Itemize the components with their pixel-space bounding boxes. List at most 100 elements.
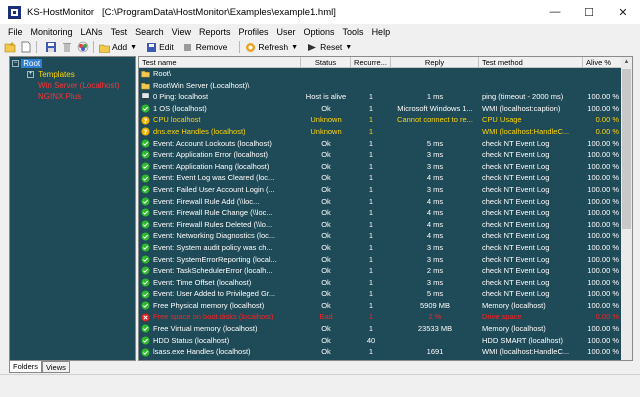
reply-cell: 3 ms: [426, 277, 444, 287]
ok-status-icon: [139, 336, 153, 345]
add-button[interactable]: Add ▼: [98, 41, 137, 53]
edit-button[interactable]: Edit: [145, 41, 174, 53]
alive-percent-cell: 100.00 %: [587, 347, 619, 357]
test-name: Root\Win Server (Localhost)\: [153, 80, 250, 90]
test-row[interactable]: Free space on boot disks (localhost) Bad 1…: [139, 311, 623, 323]
menu-user[interactable]: User: [273, 27, 300, 37]
tree-root[interactable]: − Root: [12, 59, 43, 68]
alive-percent-cell: 100.00 %: [587, 219, 619, 229]
test-method-cell: ping (timeout - 2000 ms): [482, 92, 564, 102]
test-row[interactable]: Free Virtual memory (localhost) Ok 1 23533 …: [139, 323, 623, 335]
reset-button[interactable]: Reset ▼: [306, 41, 352, 53]
menu-options[interactable]: Options: [300, 27, 339, 37]
test-row[interactable]: Event: Account Lockouts (localhost) Ok 1 5 …: [139, 138, 623, 150]
test-row[interactable]: Event: System audit policy was ch... Ok 1 3…: [139, 242, 623, 254]
scroll-up-icon[interactable]: ▲: [621, 57, 632, 67]
ok-status-icon: [139, 104, 153, 113]
new-folder-icon[interactable]: [3, 41, 16, 54]
maximize-button[interactable]: ☐: [572, 0, 606, 24]
new-file-icon[interactable]: [19, 41, 32, 54]
refresh-icon: [244, 41, 256, 53]
alive-percent-cell: 0.00 %: [595, 312, 619, 322]
col-test-method[interactable]: Test method: [479, 57, 583, 68]
tab-folders[interactable]: Folders: [9, 361, 43, 373]
reply-cell: 2 %: [428, 312, 442, 322]
test-row[interactable]: 0 Ping: localhost Host is alive 1 1 ms ping …: [139, 91, 623, 103]
reset-dropdown-icon: ▼: [345, 43, 353, 51]
col-reply[interactable]: Reply: [391, 57, 479, 68]
menu-search[interactable]: Search: [131, 27, 168, 37]
save-icon[interactable]: [44, 41, 57, 54]
col-status[interactable]: Status: [301, 57, 351, 68]
test-row[interactable]: ? dns.exe Handles (localhost) Unknown 1 WMI …: [139, 126, 623, 138]
menu-lans[interactable]: LANs: [77, 27, 107, 37]
col-recurrence[interactable]: Recurre...: [351, 57, 391, 68]
test-row[interactable]: Event: Firewall Rules Deleted (\\lo... Ok…: [139, 219, 623, 231]
vertical-scrollbar[interactable]: ▲: [621, 57, 632, 360]
test-row[interactable]: Event: Application Error (localhost) Ok 1 3…: [139, 149, 623, 161]
test-row[interactable]: Event: Firewall Rule Change (\\loc... Ok 1…: [139, 207, 623, 219]
ok-status-icon: [139, 266, 153, 275]
menu-view[interactable]: View: [168, 27, 195, 37]
expand-icon[interactable]: +: [27, 71, 34, 79]
test-name: Event: Event Log was Cleared (loc...: [153, 173, 275, 183]
folder-row[interactable]: Root\Win Server (Localhost)\: [139, 80, 623, 92]
remove-button[interactable]: Remove: [182, 41, 227, 53]
status-cell: Ok: [321, 266, 331, 276]
reply-cell: 4 ms: [426, 208, 444, 218]
tree-item-nginx-plus[interactable]: NGINX Plus: [38, 92, 81, 101]
test-row[interactable]: Event: Time Offset (localhost) Ok 1 3 ms che…: [139, 277, 623, 289]
tab-views[interactable]: Views: [42, 361, 70, 373]
test-row[interactable]: Free Physical memory (localhost) Ok 1 5909 …: [139, 300, 623, 312]
test-row[interactable]: Event: SystemErrorReporting (local... Ok 1…: [139, 254, 623, 266]
minimize-button[interactable]: —: [538, 0, 572, 24]
menu-reports[interactable]: Reports: [195, 27, 235, 37]
test-row[interactable]: ? CPU localhost Unknown 1 Cannot connect to …: [139, 114, 623, 126]
menu-file[interactable]: File: [4, 27, 27, 37]
scroll-thumb[interactable]: [622, 69, 631, 229]
svg-text:?: ?: [144, 118, 148, 125]
menu-help[interactable]: Help: [368, 27, 395, 37]
test-row[interactable]: Event: TaskSchedulerError (localh... Ok 1 2…: [139, 265, 623, 277]
close-button[interactable]: ✕: [606, 0, 640, 24]
test-method-cell: check NT Event Log: [482, 196, 550, 206]
test-row[interactable]: HDD Status (localhost) Ok 40 HDD SMART (loc…: [139, 335, 623, 347]
menu-profiles[interactable]: Profiles: [234, 27, 272, 37]
test-row[interactable]: 1 OS (localhost) Ok 1 Microsoft Windows 1..…: [139, 103, 623, 115]
test-row[interactable]: Event: Event Log was Cleared (loc... Ok 1 4…: [139, 172, 623, 184]
test-grid[interactable]: Test name Status Recurre... Reply Test m…: [138, 56, 633, 361]
status-cell: Ok: [321, 196, 331, 206]
test-row[interactable]: lsass.exe Handles (localhost) Ok 1 1691 WMI …: [139, 346, 623, 358]
ok-status-icon: [139, 347, 153, 357]
status-cell: Ok: [321, 347, 331, 357]
app-name: KS-HostMonitor: [27, 6, 95, 18]
folder-row[interactable]: Root\: [139, 68, 623, 80]
file-path: [C:\ProgramData\HostMonitor\Examples\exa…: [101, 6, 336, 18]
network-map-icon[interactable]: [76, 41, 89, 54]
test-name-cell: HDD Status (localhost): [139, 335, 301, 347]
ok-status-icon: [139, 255, 153, 264]
tree-item-label: Templates: [38, 70, 75, 79]
test-row[interactable]: Event: Application Hang (localhost) Ok 1 3 …: [139, 161, 623, 173]
trash-icon[interactable]: [60, 41, 73, 54]
menu-monitoring[interactable]: Monitoring: [27, 27, 77, 37]
col-test-name[interactable]: Test name: [139, 57, 301, 68]
tree-item-templates[interactable]: + Templates: [27, 70, 75, 79]
folder-icon: [139, 81, 153, 90]
menu-test[interactable]: Test: [107, 27, 132, 37]
test-row[interactable]: Event: Networking Diagnostics (loc... Ok 1…: [139, 230, 623, 242]
col-alive[interactable]: Alive %: [583, 57, 623, 68]
reply-cell: 4 ms: [426, 231, 444, 241]
recurrence-cell: 1: [368, 254, 374, 264]
test-name: Free Physical memory (localhost): [153, 300, 265, 310]
test-row[interactable]: Event: Firewall Rule Add (\\loc... Ok 1 4 m…: [139, 196, 623, 208]
test-row[interactable]: Event: User Added to Privileged Gr... Ok 1…: [139, 288, 623, 300]
tree-item-win-server[interactable]: Win Server (Localhost): [38, 81, 119, 90]
folder-tree[interactable]: − Root + Templates Win Server (Localhost…: [9, 56, 136, 361]
refresh-button[interactable]: Refresh ▼: [244, 41, 298, 53]
menu-tools[interactable]: Tools: [339, 27, 368, 37]
test-row[interactable]: Event: Failed User Account Login (... Ok 1…: [139, 184, 623, 196]
test-method-cell: [479, 68, 583, 80]
collapse-icon[interactable]: −: [12, 60, 19, 68]
ok-status-icon: [139, 139, 153, 148]
